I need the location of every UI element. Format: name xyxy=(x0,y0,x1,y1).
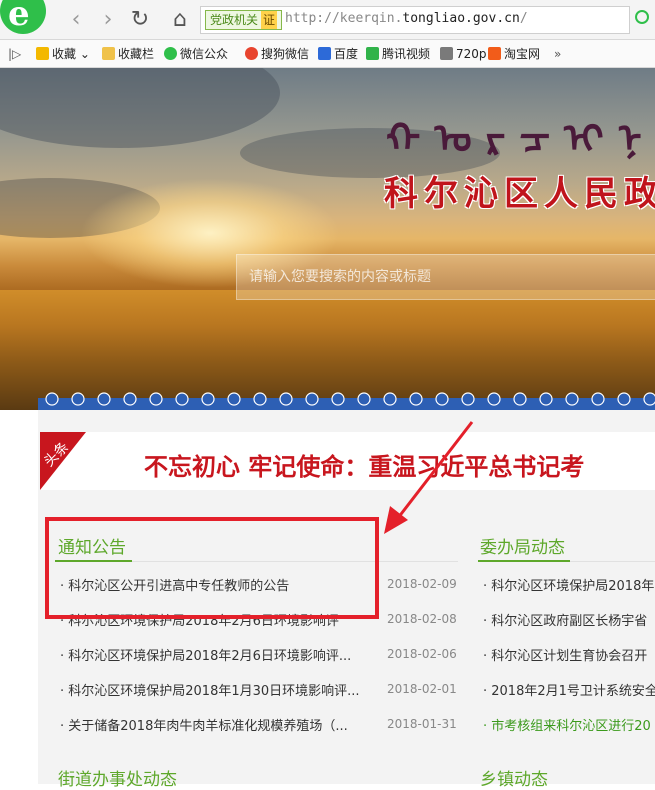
cloud-decoration xyxy=(0,68,280,148)
sogou-icon xyxy=(245,47,258,60)
bureau-item[interactable]: · 科尔沁区政府副区长杨宇省 xyxy=(483,610,655,629)
bureau-item[interactable]: · 科尔沁区计划生育协会召开 xyxy=(483,645,655,664)
url-text[interactable]: http://keerqin.tongliao.gov.cn/ xyxy=(285,11,528,26)
notice-date: 2018-02-08 xyxy=(387,612,457,626)
site-tag-label: 党政机关 xyxy=(210,13,259,27)
url-prefix: http://keerqin. xyxy=(285,11,403,26)
fav-item-sogou[interactable]: 搜狗微信 xyxy=(245,45,309,63)
forward-arrow-icon[interactable]: › xyxy=(96,8,120,32)
url-suffix: / xyxy=(519,11,528,26)
notice-item[interactable]: · 关于储备2018年肉牛肉羊标准化规模养殖场（... xyxy=(60,715,378,734)
taobao-icon xyxy=(488,47,501,60)
headline-ribbon: 头条 xyxy=(40,432,86,490)
search-input[interactable] xyxy=(237,255,655,299)
loading-icon xyxy=(635,10,649,24)
fav-label: 微信公众 xyxy=(180,47,229,61)
fav-item-collect[interactable]: 收藏 ⌄ xyxy=(36,45,90,63)
bureau-title[interactable]: 委办局动态 xyxy=(480,533,565,558)
township-title[interactable]: 乡镇动态 xyxy=(480,765,548,790)
fav-item-720p[interactable]: 720p xyxy=(440,45,487,63)
search-box[interactable] xyxy=(236,254,655,300)
url-domain: tongliao.gov.cn xyxy=(402,11,520,26)
fav-label: 收藏 xyxy=(52,47,77,61)
star-icon xyxy=(36,47,49,60)
folder-icon xyxy=(102,47,115,60)
sidebar-toggle-icon[interactable]: |▷ xyxy=(8,45,21,63)
address-bar[interactable]: 党政机关证 http://keerqin.tongliao.gov.cn/ xyxy=(200,6,630,34)
fav-item-wechat[interactable]: 微信公众 xyxy=(164,45,228,63)
tencent-video-icon xyxy=(366,47,379,60)
site-banner: ᠬ ᠣ ᠷ ᠴ ᠢ ᠨ 科尔沁区人民政 xyxy=(0,68,655,410)
fav-item-baidu[interactable]: 百度 xyxy=(318,45,358,63)
cert-badge: 证 xyxy=(261,11,278,29)
headline-text[interactable]: 不忘初心 牢记使命：重温习近平总书记考 xyxy=(144,447,584,482)
bureau-item[interactable]: · 科尔沁区环境保护局2018年 xyxy=(483,575,655,594)
reload-icon[interactable]: ↻ xyxy=(128,8,152,32)
fav-label: 百度 xyxy=(334,47,359,61)
site-tag[interactable]: 党政机关证 xyxy=(205,10,283,30)
home-icon[interactable]: ⌂ xyxy=(168,8,192,32)
fav-more[interactable]: » xyxy=(554,45,561,63)
notice-date: 2018-02-01 xyxy=(387,682,457,696)
notice-item[interactable]: · 科尔沁区环境保护局2018年2月6日环境影响评... xyxy=(60,645,378,664)
baidu-icon xyxy=(318,47,331,60)
mongolian-script-logo: ᠬ ᠣ ᠷ ᠴ ᠢ ᠨ xyxy=(386,115,642,162)
fav-label: 淘宝网 xyxy=(504,47,541,61)
back-arrow-icon[interactable]: ‹ xyxy=(64,8,88,32)
fav-item-collect-bar[interactable]: 收藏栏 xyxy=(102,45,154,63)
fav-label: 收藏栏 xyxy=(118,47,155,61)
wechat-icon xyxy=(164,47,177,60)
annotation-box xyxy=(45,517,379,619)
720p-icon xyxy=(440,47,453,60)
bureau-item[interactable]: · 2018年2月1号卫计系统安全 xyxy=(483,680,655,699)
notice-item[interactable]: · 科尔沁区环境保护局2018年1月30日环境影响评... xyxy=(60,680,378,699)
street-title[interactable]: 街道办事处动态 xyxy=(58,765,177,790)
fav-label: 720p xyxy=(456,47,487,61)
cloud-pattern-border xyxy=(38,392,655,410)
bureau-underline xyxy=(478,560,570,562)
notice-date: 2018-02-09 xyxy=(387,577,457,591)
fav-item-tencent-video[interactable]: 腾讯视频 xyxy=(366,45,430,63)
favorites-bar: |▷ 收藏 ⌄ 收藏栏 微信公众 搜狗微信 百度 腾讯视频 720p 淘宝网 » xyxy=(0,40,655,68)
browser-toolbar: e ‹ › ↻ ⌂ 党政机关证 http://keerqin.tongliao.… xyxy=(0,0,655,40)
notice-date: 2018-01-31 xyxy=(387,717,457,731)
site-title: 科尔沁区人民政 xyxy=(384,174,655,214)
bureau-item[interactable]: · 市考核组来科尔沁区进行20 xyxy=(483,715,655,734)
notice-date: 2018-02-06 xyxy=(387,647,457,661)
fav-label: 腾讯视频 xyxy=(382,47,431,61)
fav-label: 搜狗微信 xyxy=(261,47,310,61)
fav-item-taobao[interactable]: 淘宝网 xyxy=(488,45,540,63)
browser-logo-icon[interactable]: e xyxy=(0,0,46,34)
